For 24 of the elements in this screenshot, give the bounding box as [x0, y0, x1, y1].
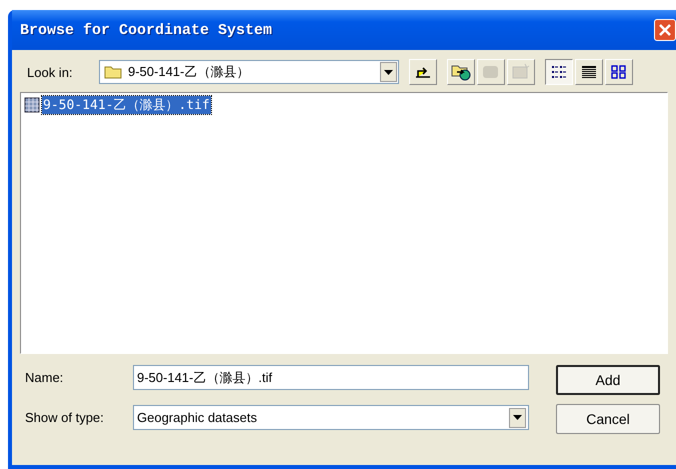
close-button[interactable]: [654, 19, 676, 41]
list-view-button[interactable]: [545, 59, 573, 85]
type-label: Show of type:: [24, 410, 105, 425]
name-field[interactable]: 9-50-141-乙（滁县）.tif: [133, 365, 529, 390]
details-view-button[interactable]: [575, 59, 603, 85]
cancel-button[interactable]: Cancel: [556, 404, 660, 434]
type-dropdown[interactable]: Geographic datasets: [133, 405, 529, 430]
folder-globe-icon: [451, 63, 471, 81]
list-view-icon: [551, 65, 567, 79]
name-label: Name:: [24, 370, 64, 385]
folder-icon: [104, 65, 122, 79]
file-item[interactable]: 9-50-141-乙（滁县）.tif: [42, 96, 211, 114]
up-folder-button[interactable]: [409, 59, 437, 85]
look-in-label: Look in:: [26, 64, 74, 80]
details-view-icon: [581, 65, 597, 79]
connect-folder-button[interactable]: [447, 59, 475, 85]
close-icon: [658, 23, 672, 37]
look-in-dropdown[interactable]: 9-50-141-乙（滁县）: [99, 60, 399, 84]
up-arrow-icon: [414, 65, 432, 79]
window-title: Browse for Coordinate System: [19, 22, 272, 38]
thumbnails-view-button[interactable]: [605, 59, 633, 85]
thumbnails-view-icon: [611, 65, 627, 79]
add-button[interactable]: Add: [556, 365, 660, 395]
raster-file-icon: [24, 97, 40, 113]
